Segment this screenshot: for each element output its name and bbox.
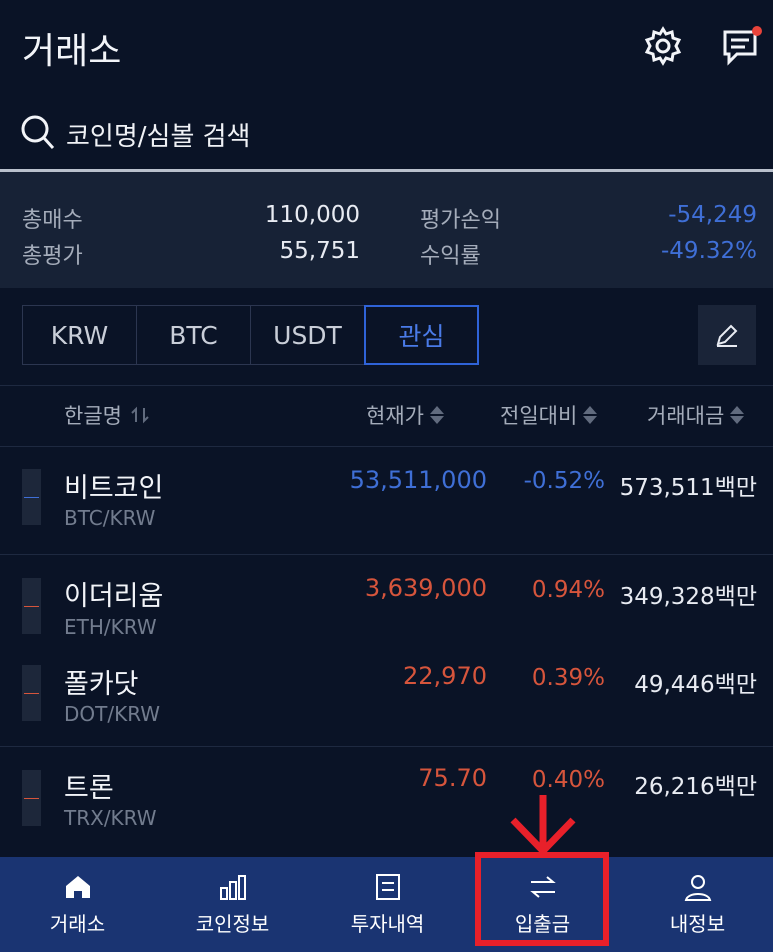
notice-button[interactable]: [718, 23, 764, 69]
total-eval-label: 총평가: [22, 244, 83, 269]
user-icon: [684, 875, 711, 901]
document-icon: [375, 874, 400, 900]
tab-favorites[interactable]: 관심: [364, 305, 479, 365]
sort-change-header[interactable]: 전일대비: [500, 400, 598, 430]
sort-arrows-icon: [429, 406, 444, 424]
mini-chart-icon: [22, 665, 41, 721]
coin-name: 이더리움: [64, 581, 164, 612]
column-volume-label: 거래대금: [647, 404, 725, 428]
mini-chart-icon: [22, 469, 41, 525]
settings-button[interactable]: [640, 23, 686, 69]
edit-button[interactable]: [698, 305, 756, 365]
nav-label: 거래소: [49, 912, 106, 936]
home-icon: [65, 876, 90, 898]
column-change-label: 전일대비: [500, 404, 578, 428]
mini-chart-icon: [22, 770, 41, 826]
nav-label: 투자내역: [350, 912, 425, 936]
tab-usdt[interactable]: USDT: [250, 305, 365, 365]
coin-volume: 349,328백만: [619, 584, 757, 610]
sort-arrows-icon: [730, 406, 745, 424]
coin-change: 0.94%: [531, 577, 605, 603]
nav-exchange[interactable]: 거래소: [0, 857, 155, 952]
column-price-label: 현재가: [366, 404, 424, 428]
coin-change: -0.52%: [523, 468, 605, 494]
message-icon: [723, 26, 762, 66]
nav-label: 코인정보: [195, 912, 270, 936]
coin-price: 22,970: [403, 662, 487, 690]
swap-sort-icon: [131, 406, 149, 424]
pnl-value: -54,249: [668, 202, 757, 228]
coin-symbol: TRX/KRW: [64, 806, 157, 830]
search-input[interactable]: 코인명/심볼 검색: [66, 116, 250, 153]
sort-name-header[interactable]: 한글명: [64, 400, 150, 430]
coin-change: 0.39%: [531, 665, 605, 691]
sort-arrows-icon: [583, 406, 598, 424]
total-buy-value: 110,000: [264, 202, 360, 228]
bottom-nav: 거래소 코인정보 투자내역 입출금 내정보: [0, 857, 773, 952]
total-buy-label: 총매수: [22, 208, 83, 233]
coin-price: 75.70: [418, 764, 487, 792]
nav-investments[interactable]: 투자내역: [310, 857, 465, 952]
column-name-label: 한글명: [64, 404, 122, 428]
coin-symbol: ETH/KRW: [64, 615, 157, 639]
nav-my-info[interactable]: 내정보: [620, 857, 773, 952]
coin-name: 폴카닷: [64, 669, 139, 700]
divider: [0, 385, 773, 386]
coin-symbol: DOT/KRW: [64, 702, 161, 726]
pnl-label: 평가손익: [420, 208, 501, 233]
total-eval-value: 55,751: [279, 238, 360, 264]
nav-label: 내정보: [669, 912, 726, 936]
coin-volume: 26,216백만: [634, 774, 757, 800]
coin-price: 3,639,000: [364, 574, 487, 602]
coin-volume: 573,511백만: [619, 475, 757, 501]
coin-change: 0.40%: [531, 767, 605, 793]
coin-volume: 49,446백만: [634, 672, 757, 698]
nav-coin-info[interactable]: 코인정보: [155, 857, 310, 952]
coin-price: 53,511,000: [349, 466, 487, 494]
tab-btc[interactable]: BTC: [136, 305, 251, 365]
search-icon: [21, 115, 55, 150]
yield-value: -49.32%: [661, 238, 757, 264]
portfolio-summary: [0, 172, 773, 288]
sort-price-header[interactable]: 현재가: [366, 400, 444, 430]
annotation-arrow-icon: [510, 795, 576, 857]
coin-name: 비트코인: [64, 473, 164, 504]
page-title: 거래소: [22, 31, 122, 72]
coin-symbol: BTC/KRW: [64, 506, 156, 530]
market-tabs: KRW BTC USDT 관심: [22, 305, 479, 367]
coin-name: 트론: [64, 773, 114, 804]
tab-krw[interactable]: KRW: [22, 305, 137, 365]
mini-chart-icon: [22, 578, 41, 634]
pencil-icon: [716, 324, 738, 347]
annotation-highlight-box: [475, 852, 609, 946]
bar-chart-icon: [219, 875, 246, 900]
sort-volume-header[interactable]: 거래대금: [647, 400, 745, 430]
yield-label: 수익률: [420, 244, 481, 269]
gear-icon: [644, 26, 682, 66]
